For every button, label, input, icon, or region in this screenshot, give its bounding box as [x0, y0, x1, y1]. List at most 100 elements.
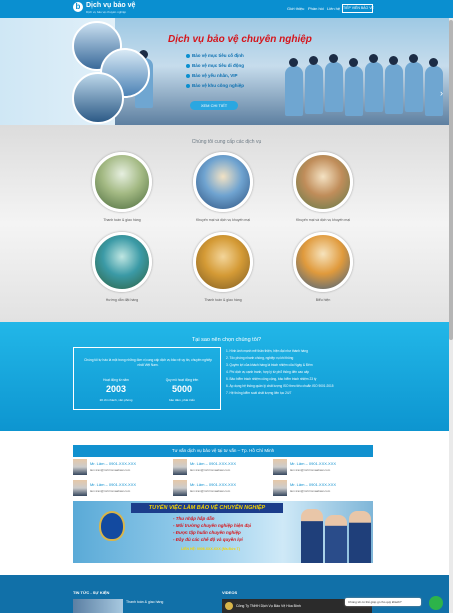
- why-stats-box: Chúng tôi tự hào là một trong những đơn …: [73, 347, 221, 410]
- service-card[interactable]: Thanh toán & giao hàng: [82, 152, 162, 222]
- service-card[interactable]: Khuyến mại và dịch vụ khuyến mại: [283, 152, 363, 222]
- list-item: 5. Bảo hiểm trách nhiệm công cộng, bảo h…: [226, 377, 317, 381]
- chat-prompt[interactable]: Chúng tôi có thể giúp gì cho quý khách?: [345, 598, 421, 606]
- contact-email[interactable]: lam.tran@mrtrimmaabasi.com: [90, 489, 130, 493]
- recruitment-title: TUYỂN VIỆC LÀM BẢO VỆ CHUYÊN NGHIỆP: [131, 503, 283, 513]
- logo-text[interactable]: Dịch vụ bảo vệ: [86, 2, 135, 9]
- service-caption[interactable]: Thanh toán & giao hàng: [82, 218, 162, 222]
- contact-name[interactable]: Mr. Lâm – 0901.XXX.XXX: [90, 461, 136, 466]
- contact-card[interactable]: Mr. Lâm – 0901.XXX.XXX lam.tran@mrtrimma…: [273, 480, 368, 496]
- guard-figure: [325, 515, 347, 563]
- service-card[interactable]: Thanh toán & giao hàng: [183, 232, 263, 302]
- contact-name[interactable]: Mr. Lâm – 0901.XXX.XXX: [190, 461, 236, 466]
- service-card[interactable]: Hướng dẫn đặt hàng: [82, 232, 162, 302]
- stat-label: Hoạt động từ năm: [103, 378, 129, 382]
- service-image[interactable]: [193, 152, 253, 212]
- videos-heading: VIDEOS: [222, 590, 238, 595]
- contact-name[interactable]: Mr. Lâm – 0901.XXX.XXX: [290, 482, 336, 487]
- site-header: b Dịch vụ bảo vệ Dịch vụ bảo vệ chuyên n…: [0, 0, 453, 18]
- reasons-list: 1. Hình ảnh mạnh mẽ thân thiện, hiện đại…: [226, 349, 386, 398]
- chat-icon[interactable]: [429, 596, 443, 610]
- banner-title: Dịch vụ bảo vệ chuyên nghiệp: [168, 34, 312, 45]
- contact-email[interactable]: lam.tran@mrtrimmaabasi.com: [190, 468, 230, 472]
- why-title: Tại sao nên chọn chúng tôi?: [191, 337, 262, 343]
- consult-heading: Tư vấn dịch vụ bảo vệ tại tư vấn – Tp. H…: [73, 445, 373, 457]
- shield-badge-icon: [99, 511, 125, 541]
- video-title[interactable]: Công Ty TNHH Dịch Vụ Bảo Vệ Hòa Bình: [236, 604, 301, 608]
- recruitment-benefits: - Thu nhập hấp dẫn - Môi trường chuyên n…: [173, 516, 251, 544]
- contact-card[interactable]: Mr. Lâm – 0901.XXX.XXX lam.tran@mrtrimma…: [273, 459, 368, 475]
- avatar: [273, 459, 287, 475]
- service-card[interactable]: Khuyến mại và dịch vụ khuyến mại: [183, 152, 263, 222]
- contact-email[interactable]: lam.tran@mrtrimmaabasi.com: [290, 489, 330, 493]
- logo-tagline: Dịch vụ bảo vệ chuyên nghiệp: [86, 10, 127, 14]
- why-choose-us-section: Tại sao nên chọn chúng tôi? Chúng tôi tự…: [0, 322, 453, 431]
- service-caption[interactable]: Biểu hiện: [283, 298, 363, 302]
- service-caption[interactable]: Khuyến mại và dịch vụ khuyến mại: [183, 218, 263, 222]
- recruitment-phone: LIÊN HỆ: 0906.XXX.XXX (Ms.Đức T): [181, 547, 240, 551]
- contact-name[interactable]: Mr. Lâm – 0901.XXX.XXX: [190, 482, 236, 487]
- site-footer: TIN TỨC - SỰ KIỆN VIDEOS Thanh toán & gi…: [0, 575, 453, 613]
- list-item: Bảo vệ mục tiêu di động: [186, 63, 244, 73]
- banner-circle-image: [72, 72, 124, 124]
- stat-value: 5000: [171, 384, 193, 394]
- nav-item-feedback[interactable]: Phản hồi: [308, 6, 324, 11]
- contact-card[interactable]: Mr. Lâm – 0901.XXX.XXX lam.tran@mrtrimma…: [173, 480, 268, 496]
- logo-icon[interactable]: b: [73, 2, 83, 12]
- service-caption[interactable]: Khuyến mại và dịch vụ khuyến mại: [283, 218, 363, 222]
- service-card[interactable]: Biểu hiện: [283, 232, 363, 302]
- stat-sub: 20 chi nhánh, văn phòng: [99, 398, 133, 402]
- service-image[interactable]: [92, 232, 152, 292]
- service-caption[interactable]: Hướng dẫn đặt hàng: [82, 298, 162, 302]
- avatar: [73, 459, 87, 475]
- services-title: Chúng tôi cung cấp các dịch vụ: [191, 139, 262, 145]
- list-item: - Đầy đủ các chế độ và quyền lợi: [173, 537, 243, 542]
- list-item: 7. Hệ thống kiểm soát chất lượng liên tụ…: [226, 391, 292, 395]
- news-title[interactable]: Thanh toán & giao hàng: [126, 600, 163, 604]
- contact-name[interactable]: Mr. Lâm – 0901.XXX.XXX: [290, 461, 336, 466]
- contact-email[interactable]: lam.tran@mrtrimmaabasi.com: [90, 468, 130, 472]
- list-item: 2. Tốc phòng nhanh chóng, nghiệp vụ khi …: [226, 356, 294, 360]
- contact-email[interactable]: lam.tran@mrtrimmaabasi.com: [290, 468, 330, 472]
- header-cta-button[interactable]: TIẾP VIÊN BẢO VỆ: [342, 4, 374, 13]
- news-thumbnail[interactable]: [73, 599, 123, 613]
- why-description: Chúng tôi tự hào là một trong những đơn …: [84, 358, 212, 367]
- list-item: 3. Quyền lợi của khách hàng là trách nhi…: [226, 363, 313, 367]
- contact-card[interactable]: Mr. Lâm – 0901.XXX.XXX lam.tran@mrtrimma…: [173, 459, 268, 475]
- bullet-icon: [186, 73, 190, 78]
- stat-value: 2003: [105, 384, 127, 394]
- scrollbar-thumb[interactable]: [449, 20, 453, 340]
- banner-service-list: Bảo vệ mục tiêu cố định Bảo vệ mục tiêu …: [186, 53, 244, 93]
- recruitment-banner[interactable]: TUYỂN VIỆC LÀM BẢO VỆ CHUYÊN NGHIỆP - Th…: [73, 501, 373, 563]
- service-image[interactable]: [293, 152, 353, 212]
- avatar: [173, 459, 187, 475]
- avatar: [173, 480, 187, 496]
- contact-card[interactable]: Mr. Lâm – 0901.XXX.XXX lam.tran@mrtrimma…: [73, 480, 168, 496]
- service-image[interactable]: [92, 152, 152, 212]
- list-item: Bảo vệ mục tiêu cố định: [186, 53, 244, 63]
- services-section: Chúng tôi cung cấp các dịch vụ Thanh toá…: [0, 125, 453, 322]
- list-item: Bảo vệ yếu nhân, VIP: [186, 73, 244, 83]
- chevron-right-icon[interactable]: ›: [440, 88, 446, 98]
- service-caption[interactable]: Thanh toán & giao hàng: [183, 298, 263, 302]
- contact-email[interactable]: lam.tran@mrtrimmaabasi.com: [190, 489, 230, 493]
- list-item: 4. Phí dịch vụ cạnh tranh, hợp lý từ phổ…: [226, 370, 310, 374]
- stat-sub: bảo đảm, phát triển: [169, 398, 195, 402]
- view-details-button[interactable]: XEM CHI TIẾT: [190, 101, 238, 110]
- contact-name[interactable]: Mr. Lâm – 0901.XXX.XXX: [90, 482, 136, 487]
- contact-card[interactable]: Mr. Lâm – 0901.XXX.XXX lam.tran@mrtrimma…: [73, 459, 168, 475]
- stat-label: Quy mô hoạt động trên: [165, 378, 199, 382]
- bullet-icon: [186, 83, 190, 88]
- video-logo-icon: [225, 602, 233, 610]
- nav-item-contact[interactable]: Liên hệ: [327, 6, 340, 11]
- bullet-icon: [186, 63, 190, 68]
- nav-item-about[interactable]: Giới thiệu: [287, 6, 304, 11]
- service-image[interactable]: [293, 232, 353, 292]
- list-item: 1. Hình ảnh mạnh mẽ thân thiện, hiện đại…: [226, 349, 308, 353]
- list-item: - Thu nhập hấp dẫn: [173, 516, 215, 521]
- news-heading: TIN TỨC - SỰ KIỆN: [73, 590, 110, 595]
- list-item: - Được tập huấn chuyên nghiệp: [173, 530, 241, 535]
- bullet-icon: [186, 53, 190, 58]
- service-image[interactable]: [193, 232, 253, 292]
- guard-figure: [349, 511, 371, 563]
